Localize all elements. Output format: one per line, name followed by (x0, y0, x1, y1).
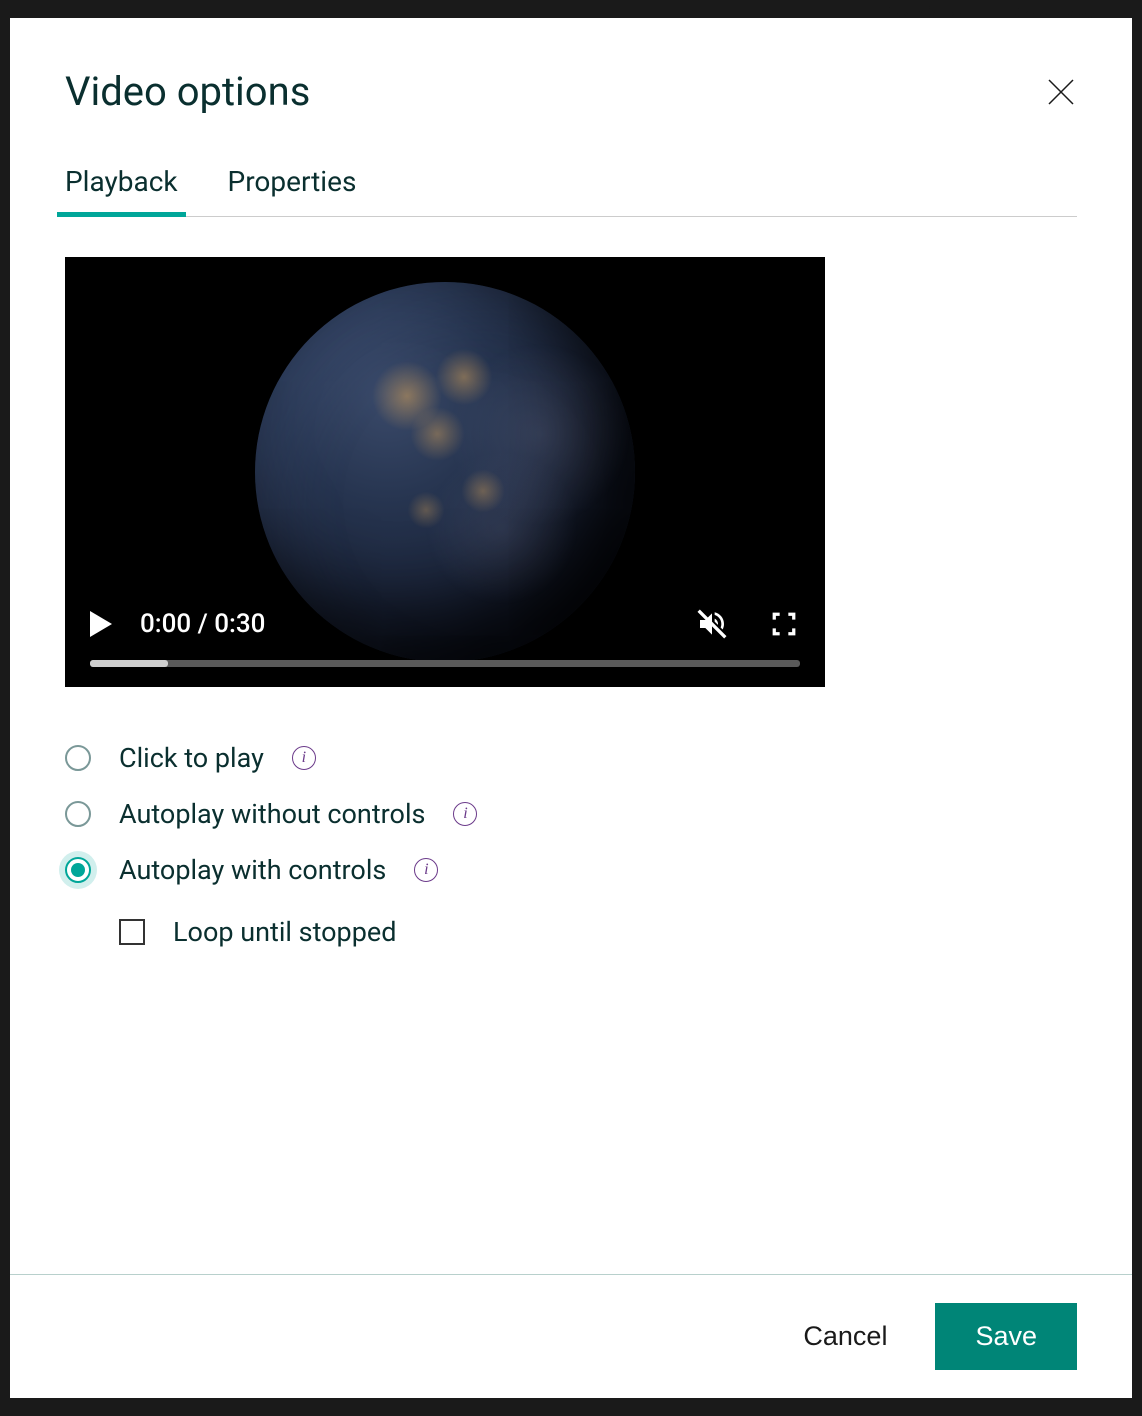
label-autoplay-with: Autoplay with controls (119, 854, 386, 886)
radio-autoplay-with[interactable] (65, 857, 91, 883)
modal-body: 0:00 / 0:30 (10, 217, 1132, 1274)
radio-autoplay-without[interactable] (65, 801, 91, 827)
video-thumbnail-earth (255, 282, 635, 662)
modal-header: Video options (10, 18, 1132, 115)
fullscreen-icon[interactable] (768, 608, 800, 640)
tab-playback[interactable]: Playback (65, 165, 178, 216)
modal-title: Video options (65, 68, 310, 115)
close-button[interactable] (1045, 76, 1077, 108)
option-click-to-play[interactable]: Click to play i (65, 742, 1077, 774)
playback-options: Click to play i Autoplay without control… (65, 742, 1077, 948)
option-loop[interactable]: Loop until stopped (119, 916, 1077, 948)
option-autoplay-without-controls[interactable]: Autoplay without controls i (65, 798, 1077, 830)
label-click-to-play: Click to play (119, 742, 264, 774)
label-loop: Loop until stopped (173, 916, 396, 948)
tabs: Playback Properties (65, 165, 1077, 217)
close-icon (1045, 76, 1077, 108)
mute-icon[interactable] (696, 608, 728, 640)
label-autoplay-without: Autoplay without controls (119, 798, 425, 830)
video-progress[interactable] (90, 660, 800, 667)
info-icon[interactable]: i (414, 858, 438, 882)
checkbox-loop[interactable] (119, 919, 145, 945)
video-options-modal: Video options Playback Properties 0:00 /… (10, 18, 1132, 1398)
video-progress-fill (90, 660, 168, 667)
info-icon[interactable]: i (453, 802, 477, 826)
play-icon[interactable] (90, 611, 112, 637)
info-icon[interactable]: i (292, 746, 316, 770)
cancel-button[interactable]: Cancel (795, 1309, 895, 1364)
modal-footer: Cancel Save (10, 1274, 1132, 1398)
radio-click-to-play[interactable] (65, 745, 91, 771)
video-controls: 0:00 / 0:30 (65, 608, 825, 687)
tab-properties[interactable]: Properties (228, 165, 357, 216)
video-preview[interactable]: 0:00 / 0:30 (65, 257, 825, 687)
video-time: 0:00 / 0:30 (140, 609, 265, 639)
option-autoplay-with-controls[interactable]: Autoplay with controls i (65, 854, 1077, 886)
save-button[interactable]: Save (935, 1303, 1077, 1370)
